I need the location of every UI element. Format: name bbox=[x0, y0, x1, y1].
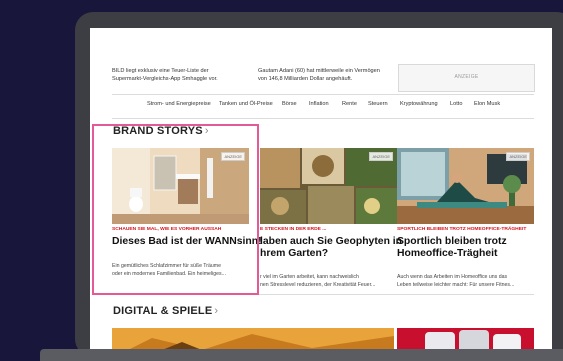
card-headline-line1: Sportlich bleiben trotz bbox=[397, 236, 507, 247]
card-headline-line1: laben auch Sie Geophyten in bbox=[260, 236, 403, 247]
card-kicker: E STECKEN IN DER ERDE ... bbox=[260, 227, 327, 232]
card-teaser-line1: Auch wenn das Arbeiten im Homeoffice uns… bbox=[397, 274, 508, 280]
ad-badge: ANZEIGE bbox=[506, 152, 530, 161]
nav-strom[interactable]: Strom- und Energiepreise bbox=[147, 101, 211, 107]
top-teaser-right[interactable]: Gautam Adani (60) hat mittlerweile ein V… bbox=[258, 67, 380, 83]
brand-story-card-geophyten[interactable]: ANZEIGE E STECKEN IN DER ERDE ... laben … bbox=[260, 148, 402, 289]
top-divider bbox=[112, 94, 534, 95]
brand-story-card-homeoffice[interactable]: ANZEIGE SPORTLICH BLEIBEN TROTZ HOMEOFFI… bbox=[397, 148, 534, 288]
card-headline: laben auch Sie Geophyten in hrem Garten? bbox=[260, 236, 402, 260]
ad-box[interactable]: ANZEIGE bbox=[398, 64, 535, 92]
top-teaser-left[interactable]: BILD liegt exklusiv eine Teuer-Liste der… bbox=[112, 67, 218, 83]
ad-badge: ANZEIGE bbox=[369, 152, 393, 161]
nav-elon-musk[interactable]: Elon Musk bbox=[474, 101, 500, 107]
garden-collage-image: ANZEIGE bbox=[260, 148, 397, 224]
nav-inflation[interactable]: Inflation bbox=[309, 101, 329, 107]
yoga-image: ANZEIGE bbox=[397, 148, 534, 224]
card-teaser: r viel im Garten arbeitet, kann nachweis… bbox=[260, 273, 375, 289]
card-teaser-line2: Leben teilweise leichter macht: Für unse… bbox=[397, 282, 515, 288]
nav-divider bbox=[112, 118, 534, 119]
card-headline: Sportlich bleiben trotz Homeoffice-Trägh… bbox=[397, 236, 507, 260]
digital-spiele-heading[interactable]: DIGITAL & SPIELE › bbox=[113, 305, 218, 317]
nav-krypto[interactable]: Kryptowährung bbox=[400, 101, 438, 107]
card-teaser: Auch wenn das Arbeiten im Homeoffice uns… bbox=[397, 273, 514, 289]
chevron-right-icon: › bbox=[214, 305, 219, 317]
nav-steuern[interactable]: Steuern bbox=[368, 101, 388, 107]
digital-spiele-title: DIGITAL & SPIELE bbox=[113, 305, 213, 317]
top-teaser-left-line1: BILD liegt exklusiv eine Teuer-Liste der bbox=[112, 68, 209, 74]
card-headline-line2: hrem Garten? bbox=[260, 248, 329, 259]
card-teaser-line1: r viel im Garten arbeitet, kann nachweis… bbox=[260, 274, 359, 280]
top-teaser-right-line1: Gautam Adani (60) hat mittlerweile ein V… bbox=[258, 68, 380, 74]
top-teaser-left-line2: Supermarkt-Vergleichs-App Smhaggle vor. bbox=[112, 76, 218, 82]
card-kicker: SPORTLICH BLEIBEN TROTZ HOMEOFFICE-TRÄGH… bbox=[397, 227, 527, 232]
topic-nav: Strom- und Energiepreise Tanken und Öl-P… bbox=[90, 100, 552, 110]
nav-boerse[interactable]: Börse bbox=[282, 101, 297, 107]
top-teaser-right-line2: von 146,8 Milliarden Dollar angehäuft. bbox=[258, 76, 353, 82]
highlight-frame bbox=[92, 124, 259, 295]
nav-lotto[interactable]: Lotto bbox=[450, 101, 462, 107]
card-teaser-line2: nen Stresslevel reduzieren, der Kreativi… bbox=[260, 282, 376, 288]
card-headline-line2: Homeoffice-Trägheit bbox=[397, 248, 498, 259]
laptop-base bbox=[40, 349, 563, 361]
nav-tanken[interactable]: Tanken und Öl-Preise bbox=[219, 101, 273, 107]
ad-label: ANZEIGE bbox=[454, 74, 479, 80]
nav-rente[interactable]: Rente bbox=[342, 101, 357, 107]
